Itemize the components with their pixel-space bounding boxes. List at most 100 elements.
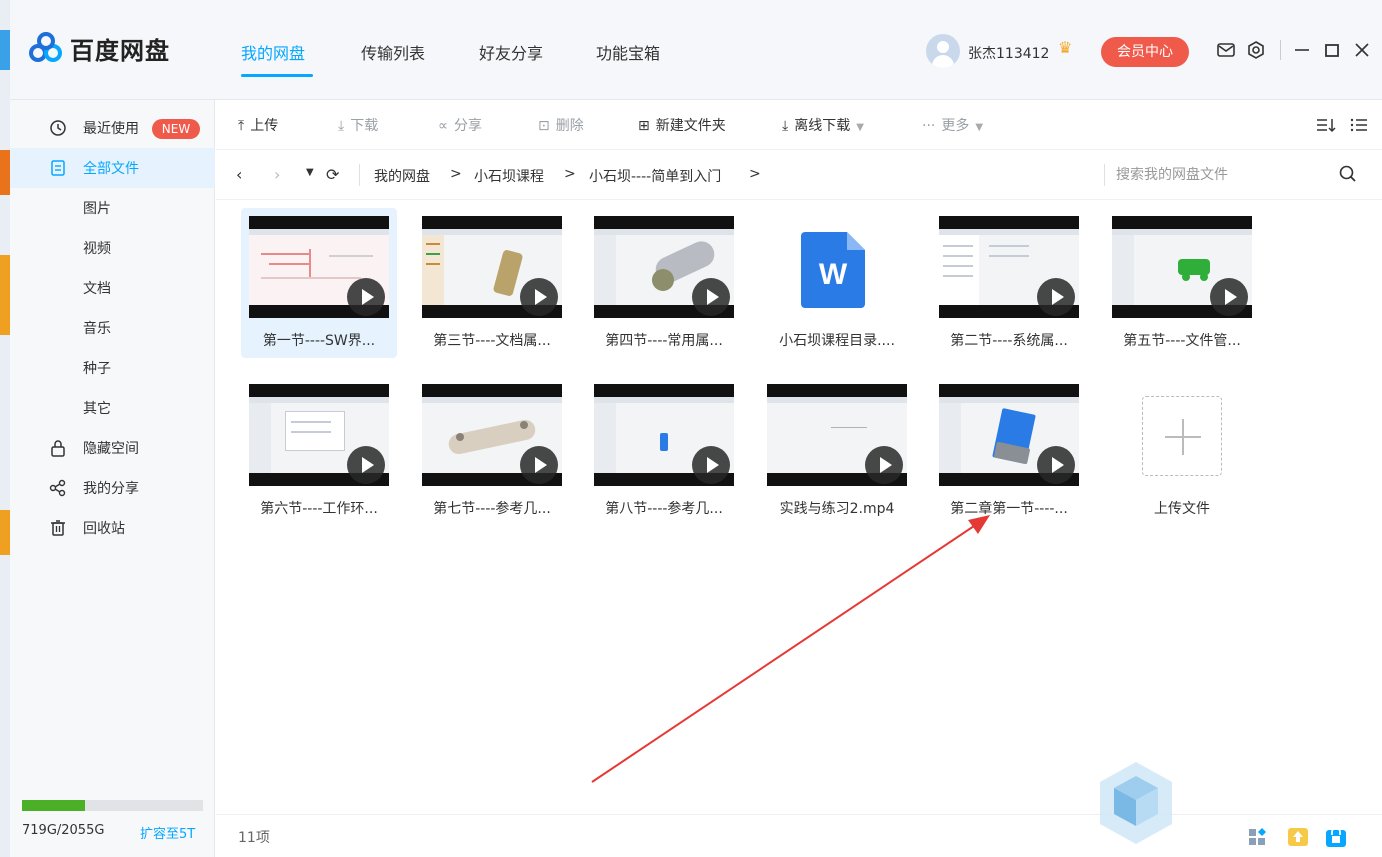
path-divider xyxy=(359,164,360,186)
upload-notice-icon[interactable] xyxy=(1286,825,1310,849)
sidebar-item-my-shares[interactable]: 我的分享 xyxy=(10,468,215,508)
file-item-video[interactable]: 实践与练习2.mp4 xyxy=(759,376,915,526)
play-icon xyxy=(347,278,385,316)
sidebar-item-other[interactable]: 其它 xyxy=(10,388,215,428)
sort-icon[interactable] xyxy=(1314,114,1336,136)
play-icon xyxy=(520,278,558,316)
new-folder-button[interactable]: ⊞ 新建文件夹 xyxy=(638,115,726,135)
breadcrumb-course[interactable]: 小石坝课程 xyxy=(474,166,544,186)
sidebar-item-all-files[interactable]: 全部文件 xyxy=(10,148,215,188)
share-icon: ∝ xyxy=(438,118,449,134)
widgets-icon[interactable] xyxy=(1246,825,1270,849)
video-thumbnail xyxy=(767,384,907,486)
file-item-video[interactable]: 第四节----常用属... xyxy=(586,208,742,358)
upload-file-tile[interactable]: 上传文件 xyxy=(1104,376,1260,526)
breadcrumb-intro[interactable]: 小石坝----简单到入门 xyxy=(589,166,721,186)
tab-toolbox[interactable]: 功能宝箱 xyxy=(596,40,660,64)
sidebar-item-recycle-bin[interactable]: 回收站 xyxy=(10,508,215,548)
refresh-icon[interactable]: ⟳ xyxy=(326,165,339,184)
file-item-video[interactable]: 第五节----文件管... xyxy=(1104,208,1260,358)
list-view-icon[interactable] xyxy=(1348,114,1370,136)
delete-button[interactable]: ⊡ 删除 xyxy=(538,115,584,135)
search-icon[interactable] xyxy=(1337,163,1359,185)
tab-my-drive[interactable]: 我的网盘 xyxy=(241,40,305,64)
status-bar: 11项 xyxy=(216,814,1382,857)
play-icon xyxy=(692,278,730,316)
file-name: 第七节----参考几... xyxy=(433,501,551,517)
file-item-video[interactable]: 第二节----系统属... xyxy=(931,208,1087,358)
offline-download-button[interactable]: ⤓ 离线下载 ▼ xyxy=(782,115,864,135)
app-name: 百度网盘 xyxy=(70,36,170,65)
offline-download-label: 离线下载 xyxy=(794,118,851,134)
file-item-video[interactable]: 第三节----文档属... xyxy=(414,208,570,358)
video-thumbnail xyxy=(249,216,389,318)
sidebar-item-label: 视频 xyxy=(83,241,111,257)
file-name: 第二章第一节----... xyxy=(950,501,1068,517)
toolbar: ⤒ 上传 ⤓ 下载 ∝ 分享 ⊡ 删除 ⊞ 新建文件夹 ⤓ 离线下载 ▼ ··· 更多 ▼ xyxy=(216,100,1382,150)
file-item-document[interactable]: W 小石坝课程目录.... xyxy=(759,208,915,358)
back-icon[interactable]: ‹ xyxy=(236,165,242,184)
sidebar-item-images[interactable]: 图片 xyxy=(10,188,215,228)
share-label: 分享 xyxy=(454,118,483,134)
history-dropdown-icon[interactable]: ▼ xyxy=(306,167,314,178)
sidebar-item-recent[interactable]: 最近使用 NEW xyxy=(10,108,215,148)
close-icon[interactable] xyxy=(1352,40,1372,60)
settings-icon[interactable] xyxy=(1246,40,1266,60)
new-folder-icon: ⊞ xyxy=(638,118,650,134)
file-item-video[interactable]: 第八节----参考几... xyxy=(586,376,742,526)
delete-label: 删除 xyxy=(555,118,584,134)
active-tab-indicator xyxy=(241,74,313,77)
sidebar-item-label: 全部文件 xyxy=(83,161,139,177)
sidebar-item-torrents[interactable]: 种子 xyxy=(10,348,215,388)
video-thumbnail xyxy=(594,384,734,486)
breadcrumb-my-drive[interactable]: 我的网盘 xyxy=(374,166,430,186)
maximize-icon[interactable] xyxy=(1322,40,1342,60)
download-button[interactable]: ⤓ 下载 xyxy=(338,115,378,135)
expand-storage-link[interactable]: 扩容至5T xyxy=(140,823,195,842)
avatar[interactable] xyxy=(926,34,960,68)
play-icon xyxy=(520,446,558,484)
video-thumbnail xyxy=(422,384,562,486)
username[interactable]: 张杰113412 xyxy=(968,43,1049,63)
storage-quota-bar xyxy=(22,800,203,811)
sidebar-item-music[interactable]: 音乐 xyxy=(10,308,215,348)
tab-transfer-list[interactable]: 传输列表 xyxy=(361,40,425,64)
file-item-video[interactable]: 第二章第一节----... xyxy=(931,376,1087,526)
path-bar: ‹ › ▼ ⟳ 我的网盘 > 小石坝课程 > 小石坝----简单到入门 > xyxy=(216,150,1382,200)
new-badge: NEW xyxy=(152,119,200,139)
sidebar-item-label: 音乐 xyxy=(83,321,111,337)
file-item-video[interactable]: 第六节----工作环... xyxy=(241,376,397,526)
play-icon xyxy=(347,446,385,484)
app-window: 百度网盘 我的网盘 传输列表 好友分享 功能宝箱 张杰113412 ♛ 会员中心 xyxy=(0,0,1382,857)
upload-icon: ⤒ xyxy=(238,118,245,134)
minimize-icon[interactable] xyxy=(1292,40,1312,60)
forward-icon[interactable]: › xyxy=(274,165,280,184)
file-name: 第八节----参考几... xyxy=(605,501,723,517)
video-thumbnail xyxy=(249,384,389,486)
upload-button[interactable]: ⤒ 上传 xyxy=(238,115,278,135)
sidebar-item-label: 隐藏空间 xyxy=(83,441,139,457)
mail-icon[interactable] xyxy=(1216,40,1236,60)
search-input[interactable] xyxy=(1116,162,1316,188)
sidebar-item-documents[interactable]: 文档 xyxy=(10,268,215,308)
trash-icon: ⊡ xyxy=(538,118,550,134)
vip-center-button[interactable]: 会员中心 xyxy=(1101,37,1189,67)
sidebar-item-hidden-space[interactable]: 隐藏空间 xyxy=(10,428,215,468)
desktop-backdrop xyxy=(0,0,10,857)
share-icon xyxy=(49,479,66,497)
more-button[interactable]: ··· 更多 ▼ xyxy=(922,115,983,135)
file-item-video[interactable]: 第一节----SW界... xyxy=(241,208,397,358)
upload-file-label: 上传文件 xyxy=(1154,501,1210,517)
watermark-cube-icon xyxy=(1100,762,1172,844)
breadcrumb-separator: > xyxy=(450,166,462,182)
sidebar-item-videos[interactable]: 视频 xyxy=(10,228,215,268)
download-icon: ⤓ xyxy=(338,118,345,134)
share-button[interactable]: ∝ 分享 xyxy=(438,115,482,135)
file-name: 第一节----SW界... xyxy=(262,333,376,349)
file-item-video[interactable]: 第七节----参考几... xyxy=(414,376,570,526)
chevron-down-icon: ▼ xyxy=(975,122,984,133)
tab-friend-share[interactable]: 好友分享 xyxy=(479,40,543,64)
safe-box-icon[interactable] xyxy=(1324,825,1348,849)
search-divider xyxy=(1104,164,1105,186)
sidebar-item-label: 种子 xyxy=(83,361,111,377)
